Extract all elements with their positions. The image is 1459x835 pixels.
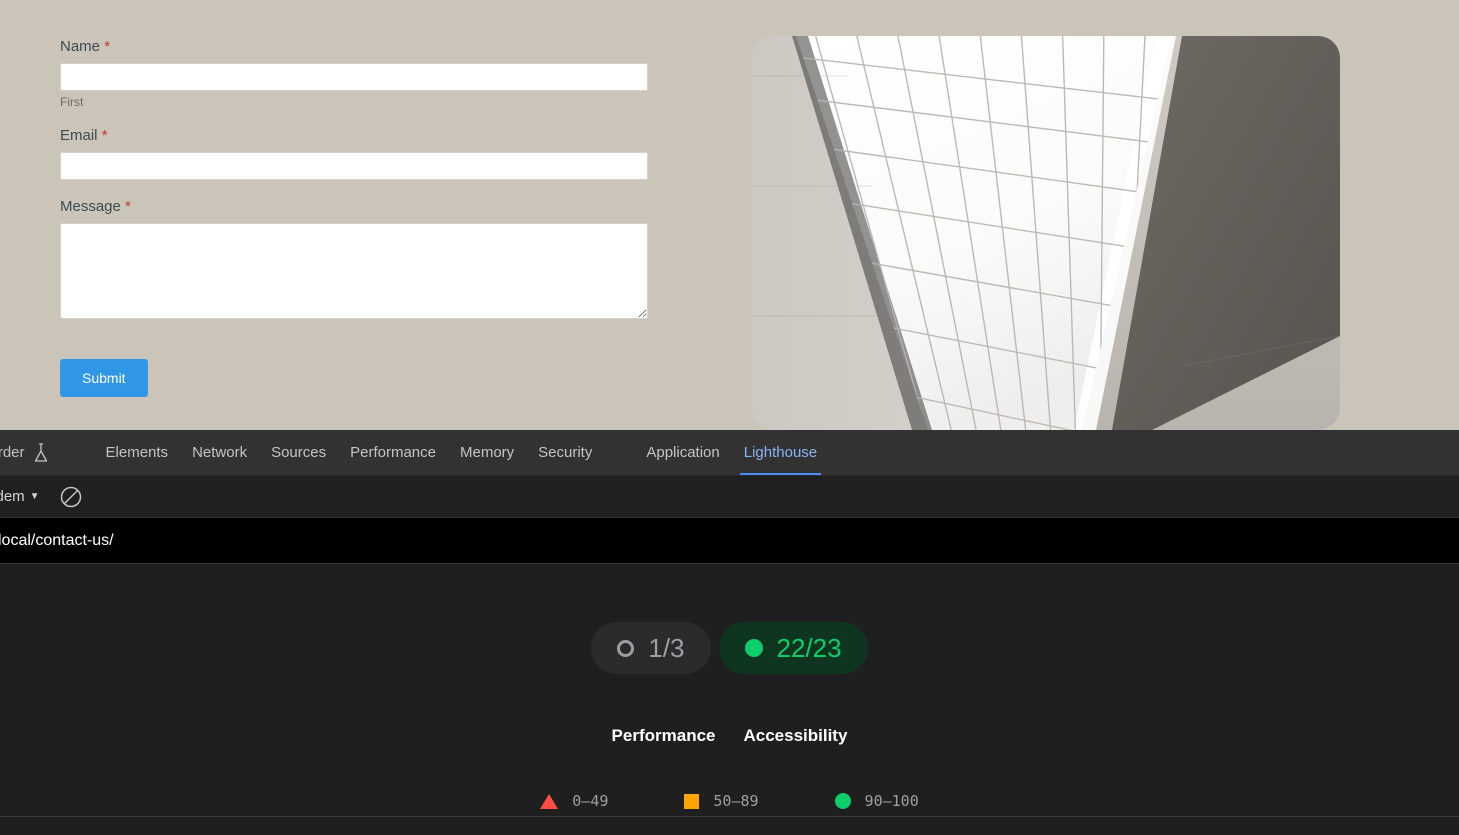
name-required-marker: * [104, 38, 111, 55]
tab-performance[interactable]: Performance [338, 430, 448, 475]
submit-button[interactable]: Submit [60, 359, 148, 398]
green-dot-icon [744, 639, 763, 657]
hero-photo [752, 36, 1340, 430]
legend-range-fail: 0–49 [572, 792, 609, 810]
legend-range-average: 50–89 [713, 792, 759, 810]
url-bar[interactable]: local/contact-us/ [0, 518, 1459, 564]
lighthouse-categories: Performance Accessibility [612, 726, 848, 746]
circle-pass-icon [834, 793, 851, 809]
tab-security[interactable]: Security [526, 430, 604, 475]
ceiling-photo-illustration [752, 36, 1340, 430]
score-pill-pending[interactable]: 1/3 [591, 622, 711, 674]
contact-form: Name * First Email * Message * Submit [60, 38, 650, 398]
legend-item-average: 50–89 [684, 792, 759, 810]
category-performance[interactable]: Performance [612, 726, 716, 746]
score-pill-pass-value: 22/23 [776, 632, 842, 663]
score-pill-pending-value: 1/3 [648, 632, 685, 663]
gray-ring-icon [617, 639, 635, 657]
tab-network[interactable]: Network [180, 430, 259, 475]
message-required-marker: * [125, 198, 131, 216]
name-sub-label: First [60, 95, 84, 109]
name-label-text: Name [60, 38, 101, 55]
tab-lighthouse[interactable]: Lighthouse [732, 430, 829, 475]
tab-application[interactable]: Application [634, 430, 731, 475]
clear-ban-icon[interactable] [58, 484, 84, 510]
devtools-panel: corder Elements Network Sources Performa… [0, 430, 1459, 835]
triangle-fail-icon [540, 793, 559, 809]
flask-icon [34, 442, 47, 462]
form-field-email: Email * [60, 127, 650, 181]
tab-recorder[interactable]: corder [0, 430, 64, 475]
square-average-icon [684, 793, 700, 809]
tab-recorder-label: corder [0, 444, 25, 461]
email-input[interactable] [60, 152, 648, 181]
legend-item-pass: 90–100 [834, 792, 919, 810]
tab-sources[interactable]: Sources [259, 430, 338, 475]
chevron-down-icon: ▼ [29, 490, 40, 502]
tab-memory[interactable]: Memory [448, 430, 526, 475]
score-pill-pass[interactable]: 22/23 [718, 622, 868, 674]
email-required-marker: * [101, 127, 108, 145]
context-selector-value: m-dem [0, 488, 25, 505]
legend-range-pass: 90–100 [864, 792, 919, 810]
name-input[interactable] [60, 63, 648, 91]
devtools-tabbar: corder Elements Network Sources Performa… [0, 430, 1459, 476]
message-label: Message * [60, 198, 650, 216]
lighthouse-legend: 0–49 50–89 90–100 [540, 792, 919, 810]
context-selector[interactable]: m-dem ▼ [0, 488, 40, 505]
email-label-text: Email [60, 127, 98, 145]
message-textarea[interactable] [60, 223, 648, 320]
category-accessibility[interactable]: Accessibility [743, 726, 847, 746]
lighthouse-score-pills: 1/3 22/23 [591, 622, 868, 674]
lighthouse-panel: 1/3 22/23 Performance Accessibility 0–49… [0, 564, 1459, 834]
url-text: local/contact-us/ [0, 531, 114, 549]
email-label: Email * [60, 127, 650, 145]
tab-elements[interactable]: Elements [94, 430, 181, 475]
devtools-toolbar: m-dem ▼ [0, 476, 1459, 518]
name-label: Name * [60, 38, 650, 56]
message-label-text: Message [60, 198, 121, 216]
legend-item-fail: 0–49 [540, 792, 608, 810]
page-viewport: Name * First Email * Message * Submit [0, 0, 1459, 430]
form-field-message: Message * [60, 198, 650, 320]
panel-footer-divider [0, 816, 1459, 817]
form-field-name: Name * First [60, 38, 650, 109]
